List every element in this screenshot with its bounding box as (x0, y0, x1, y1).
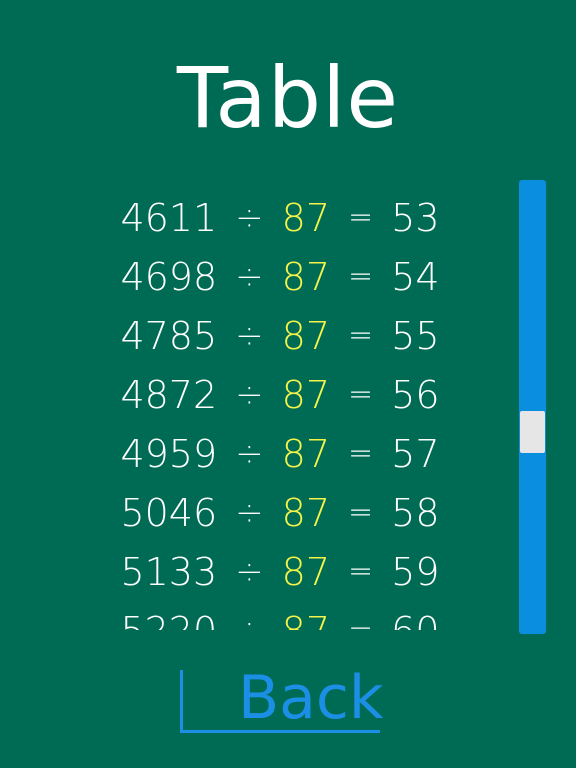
scrollbar-thumb[interactable] (520, 411, 545, 453)
divisor: 87 (281, 195, 331, 240)
quotient: 58 (391, 490, 440, 535)
scrollbar-track[interactable] (519, 180, 546, 634)
divide-sign: ÷ (235, 611, 264, 631)
back-button-label: Back (238, 663, 384, 733)
equals-sign: = (348, 259, 374, 294)
quotient: 59 (391, 549, 440, 594)
list-item: 4785 ÷ 87 = 55 (60, 306, 500, 365)
divide-sign: ÷ (235, 374, 264, 415)
dividend: 4611 (120, 195, 218, 240)
divide-sign: ÷ (235, 256, 264, 297)
quotient: 57 (391, 431, 440, 476)
divisor: 87 (281, 549, 331, 594)
quotient: 54 (391, 254, 440, 299)
equals-sign: = (348, 436, 374, 471)
back-button-bracket (180, 670, 183, 732)
dividend: 4872 (120, 372, 218, 417)
back-button[interactable]: Back (178, 663, 384, 738)
equals-sign: = (348, 377, 374, 412)
dividend: 4785 (120, 313, 218, 358)
quotient: 55 (391, 313, 440, 358)
divisor: 87 (281, 490, 331, 535)
dividend: 5133 (120, 549, 218, 594)
quotient: 53 (391, 195, 440, 240)
divisor: 87 (282, 609, 330, 631)
back-button-underline (180, 730, 380, 733)
divisor: 87 (281, 431, 331, 476)
divide-sign: ÷ (235, 433, 264, 474)
divisor: 87 (281, 372, 331, 417)
list-item: 4959 ÷ 87 = 57 (60, 424, 500, 483)
quotient: 56 (391, 372, 440, 417)
equals-sign: = (348, 613, 373, 630)
dividend: 5046 (120, 490, 218, 535)
dividend: 4959 (120, 431, 218, 476)
dividend: 4698 (120, 254, 218, 299)
list-item: 4872 ÷ 87 = 56 (60, 365, 500, 424)
table-list[interactable]: 4611 ÷ 87 = 53 4698 ÷ 87 = 54 4785 ÷ 87 … (60, 188, 500, 631)
equals-sign: = (348, 318, 374, 353)
equals-sign: = (348, 495, 374, 530)
divisor: 87 (281, 254, 331, 299)
divide-sign: ÷ (235, 551, 264, 592)
list-item: 5220 ÷ 87 = 60 (60, 601, 500, 631)
divide-sign: ÷ (235, 492, 264, 533)
divisor: 87 (281, 313, 331, 358)
divide-sign: ÷ (235, 197, 264, 238)
quotient: 60 (391, 609, 439, 631)
equals-sign: = (348, 200, 374, 235)
page-title: Table (176, 49, 400, 147)
list-item: 4611 ÷ 87 = 53 (60, 188, 500, 247)
dividend: 5220 (120, 609, 217, 631)
divide-sign: ÷ (235, 315, 264, 356)
list-item: 5046 ÷ 87 = 58 (60, 483, 500, 542)
list-item: 4698 ÷ 87 = 54 (60, 247, 500, 306)
equals-sign: = (348, 554, 374, 589)
list-item: 5133 ÷ 87 = 59 (60, 542, 500, 601)
